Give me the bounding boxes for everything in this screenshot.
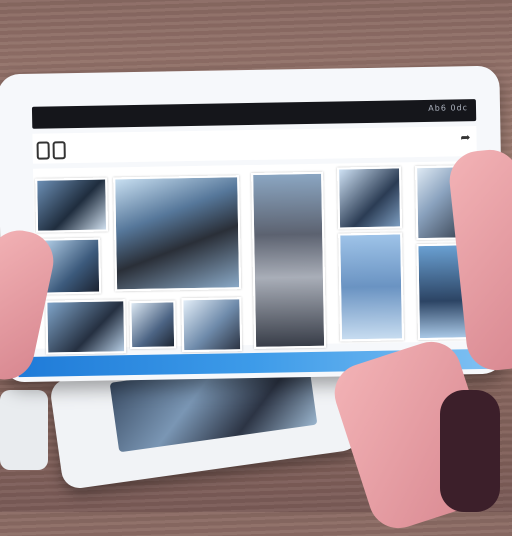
photo-thumbnail[interactable] [338,232,405,342]
photo-thumbnail[interactable] [129,300,177,350]
share-icon[interactable]: ➦ [460,130,470,144]
photo-thumbnail[interactable] [251,171,327,349]
photo-thumbnail[interactable] [181,297,243,353]
photo-grid [33,161,481,355]
toolbar: ➦ [32,126,477,164]
album-icon-2[interactable] [52,141,66,160]
background-device-edge [0,390,48,470]
status-bar: Ab6 0dc [31,99,477,129]
photo-thumbnail[interactable] [35,177,109,233]
tablet: Ab6 0dc ➦ [0,65,505,383]
photo-thumbnail[interactable] [45,299,127,355]
sleeve [440,390,500,512]
status-text: Ab6 0dc [428,103,469,113]
album-icon[interactable] [36,141,50,160]
photo-thumbnail[interactable] [337,166,403,230]
photo-thumbnail[interactable] [113,175,242,292]
